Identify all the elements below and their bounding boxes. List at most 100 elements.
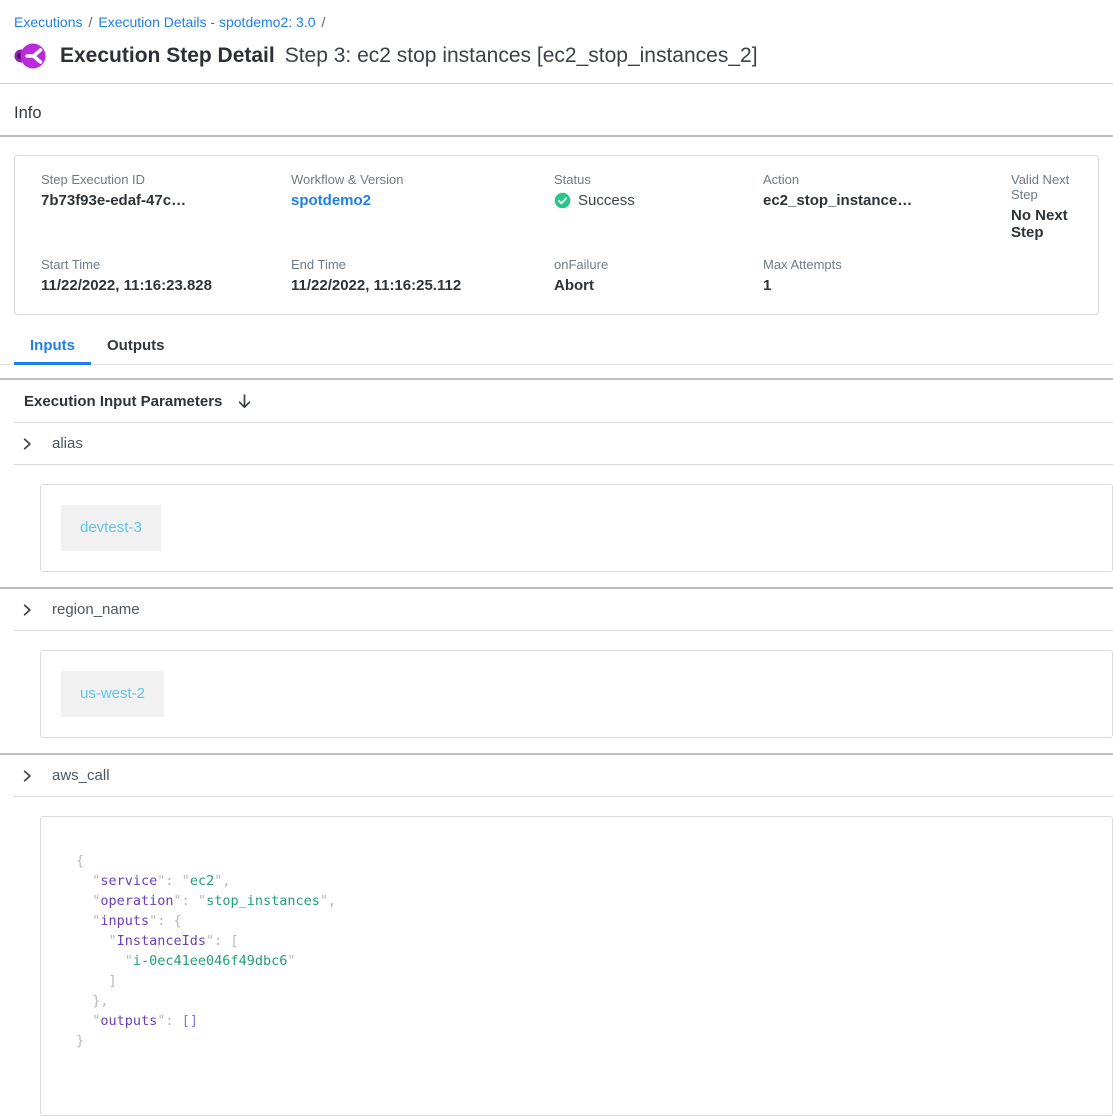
status-text: Success	[578, 192, 635, 209]
code-line: "InstanceIds": [	[76, 931, 1092, 951]
json-punctuation: ",	[320, 893, 336, 909]
json-key: service	[100, 873, 157, 889]
info-field-label: Start Time	[41, 257, 291, 272]
info-field-value: 1	[763, 277, 1011, 294]
params-header-label: Execution Input Parameters	[24, 393, 222, 410]
breadcrumb-link[interactable]: Executions	[14, 14, 82, 30]
breadcrumb-separator: /	[88, 14, 92, 30]
json-key: InstanceIds	[117, 933, 206, 949]
info-field: Action ec2_stop_instance…	[763, 172, 1011, 241]
tab-inputs[interactable]: Inputs	[14, 331, 91, 364]
json-code-block: { "service": "ec2", "operation": "stop_i…	[40, 816, 1113, 1116]
divider	[14, 630, 1113, 631]
info-field-label: Status	[554, 172, 763, 187]
info-field-label: Workflow & Version	[291, 172, 554, 187]
json-punctuation: ": "	[174, 893, 207, 909]
code-line: }	[76, 1031, 1092, 1051]
section-name: aws_call	[52, 767, 110, 784]
info-field-label: Max Attempts	[763, 257, 1011, 272]
page-title: Execution Step Detail	[60, 44, 275, 68]
divider	[14, 464, 1113, 465]
chevron-right-icon	[20, 769, 34, 783]
param-value-box: devtest-3	[40, 484, 1113, 572]
info-field: onFailure Abort	[554, 257, 763, 294]
info-field: End Time11/22/2022, 11:16:25.112	[291, 257, 554, 294]
json-punctuation: ",	[214, 873, 230, 889]
divider	[0, 135, 1113, 137]
code-line: "outputs": []	[76, 1011, 1092, 1031]
info-field-value: Abort	[554, 277, 763, 294]
section-toggle-aws_call[interactable]: aws_call	[0, 755, 1113, 796]
app-logo-icon	[14, 42, 47, 70]
json-punctuation: "	[76, 913, 100, 929]
code-line: "service": "ec2",	[76, 871, 1092, 891]
tab-bar: InputsOutputs	[0, 331, 1113, 365]
info-field-label: Valid Next Step	[1011, 172, 1092, 202]
json-key: outputs	[100, 1013, 157, 1029]
divider	[0, 83, 1113, 84]
info-field: Workflow & Version spotdemo2	[291, 172, 554, 241]
section-toggle-alias[interactable]: alias	[0, 423, 1113, 464]
json-punctuation: "	[76, 933, 117, 949]
json-punctuation: ": [	[206, 933, 239, 949]
info-field-value: ec2_stop_instance…	[763, 192, 1011, 209]
info-field-value: spotdemo2	[291, 192, 554, 209]
execution-step-detail-page: Executions / Execution Details - spotdemo2…	[0, 14, 1113, 1116]
breadcrumb-separator: /	[322, 14, 326, 30]
divider	[14, 796, 1113, 797]
json-punctuation: "	[287, 953, 295, 969]
json-punctuation: ": "	[157, 873, 190, 889]
breadcrumb: Executions / Execution Details - spotdemo2…	[14, 14, 1113, 30]
section-name: alias	[52, 435, 83, 452]
page-subtitle: Step 3: ec2 stop instances [ec2_stop_ins…	[285, 44, 758, 68]
section-name: region_name	[52, 601, 140, 618]
json-string: ec2	[190, 873, 214, 889]
json-punctuation: ":	[157, 1013, 181, 1029]
info-field: Step Execution ID 7b73f93e-edaf-47c…	[41, 172, 291, 241]
info-field: Valid Next StepNo Next Step	[1011, 172, 1092, 241]
json-punctuation: "	[76, 893, 100, 909]
params-header: Execution Input Parameters	[0, 380, 1113, 422]
param-value-chip: devtest-3	[61, 505, 161, 551]
code-line: ]	[76, 971, 1092, 991]
info-field-value: 7b73f93e-edaf-47c…	[41, 192, 291, 209]
json-string: i-0ec41ee046f49dbc6	[133, 953, 287, 969]
info-grid: Step Execution ID 7b73f93e-edaf-47c…Workf…	[15, 156, 1098, 314]
json-punctuation: ]	[76, 973, 117, 989]
code-line: "operation": "stop_instances",	[76, 891, 1092, 911]
info-field: Status Success	[554, 172, 763, 241]
code-line: {	[76, 851, 1092, 871]
json-punctuation: "	[76, 873, 100, 889]
json-string: stop_instances	[206, 893, 320, 909]
status-badge: Success	[554, 192, 763, 209]
breadcrumb-link[interactable]: Execution Details - spotdemo2: 3.0	[98, 14, 315, 30]
info-field-label: onFailure	[554, 257, 763, 272]
json-punctuation: []	[182, 1013, 198, 1029]
code-line: "inputs": {	[76, 911, 1092, 931]
chevron-right-icon	[20, 603, 34, 617]
json-key: inputs	[100, 913, 149, 929]
info-field-label: End Time	[291, 257, 554, 272]
json-punctuation: },	[76, 993, 109, 1009]
info-field-label: Step Execution ID	[41, 172, 291, 187]
json-key: operation	[100, 893, 173, 909]
workflow-link[interactable]: spotdemo2	[291, 192, 371, 209]
info-field: Start Time 11/22/2022, 11:16:23.828	[41, 257, 291, 294]
section-toggle-region_name[interactable]: region_name	[0, 589, 1113, 630]
code-line: },	[76, 991, 1092, 1011]
json-punctuation: "	[76, 1013, 100, 1029]
info-field-value: 11/22/2022, 11:16:23.828	[41, 277, 291, 294]
json-punctuation: "	[76, 953, 133, 969]
info-field: Max Attempts 1	[763, 257, 1011, 294]
json-punctuation: {	[76, 853, 84, 869]
tab-outputs[interactable]: Outputs	[91, 331, 181, 364]
page-header: Execution Step Detail Step 3: ec2 stop i…	[14, 42, 1113, 70]
down-arrow-icon[interactable]	[236, 393, 253, 410]
info-field-label: Action	[763, 172, 1011, 187]
json-punctuation: ": {	[149, 913, 182, 929]
chevron-right-icon	[20, 437, 34, 451]
param-value-chip: us-west-2	[61, 671, 164, 717]
info-card: Step Execution ID 7b73f93e-edaf-47c…Workf…	[14, 155, 1099, 315]
code-line: "i-0ec41ee046f49dbc6"	[76, 951, 1092, 971]
param-value-box: us-west-2	[40, 650, 1113, 738]
